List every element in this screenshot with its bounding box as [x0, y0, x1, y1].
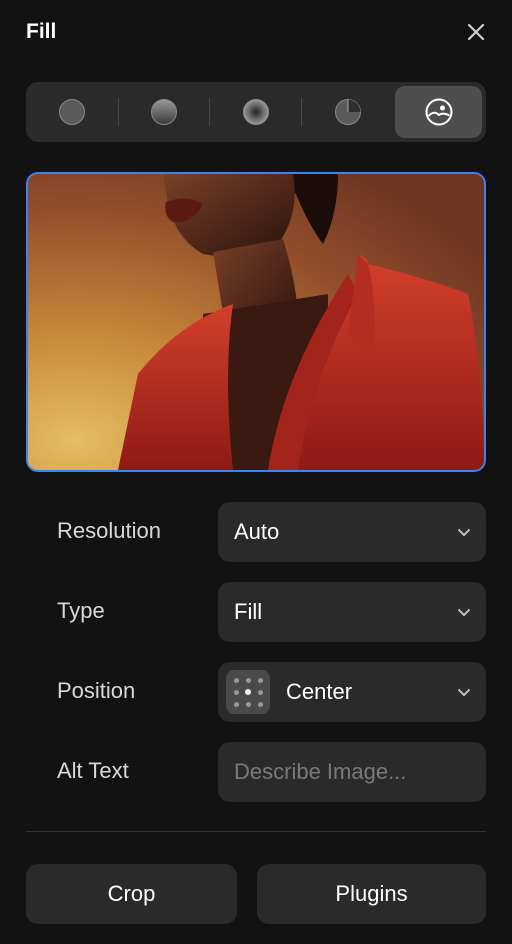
alt-text-input[interactable]	[218, 742, 486, 802]
chevron-down-icon	[458, 529, 470, 536]
image-icon	[425, 98, 452, 126]
close-button[interactable]	[463, 19, 489, 45]
position-label: Position	[57, 678, 136, 703]
linear-gradient-icon	[150, 99, 177, 125]
position-value: Center	[286, 679, 353, 704]
fill-type-conic[interactable]	[302, 82, 393, 142]
resolution-value: Auto	[234, 519, 280, 544]
type-value: Fill	[234, 599, 263, 624]
plugins-button[interactable]: Plugins	[257, 864, 486, 924]
chevron-down-icon	[458, 609, 470, 616]
type-label: Type	[57, 598, 105, 623]
chevron-down-icon	[458, 689, 470, 696]
fill-type-solid[interactable]	[26, 82, 117, 142]
type-select[interactable]: Fill	[218, 582, 486, 642]
conic-gradient-icon	[334, 99, 361, 125]
divider	[26, 831, 486, 832]
resolution-label: Resolution	[57, 518, 161, 543]
panel-title: Fill	[26, 20, 57, 43]
fill-type-selector	[26, 82, 486, 142]
fill-type-image[interactable]	[395, 86, 482, 138]
fill-type-linear[interactable]	[118, 82, 209, 142]
position-grid-icon	[226, 670, 270, 714]
alt-text-label: Alt Text	[57, 758, 129, 783]
crop-button[interactable]: Crop	[26, 864, 237, 924]
image-preview[interactable]	[26, 172, 486, 472]
resolution-select[interactable]: Auto	[218, 502, 486, 562]
radial-gradient-icon	[242, 99, 269, 125]
solid-circle-icon	[58, 99, 85, 125]
close-icon	[467, 23, 485, 41]
portrait-image	[28, 174, 484, 470]
position-select[interactable]: Center	[218, 662, 486, 722]
fill-type-radial[interactable]	[210, 82, 301, 142]
